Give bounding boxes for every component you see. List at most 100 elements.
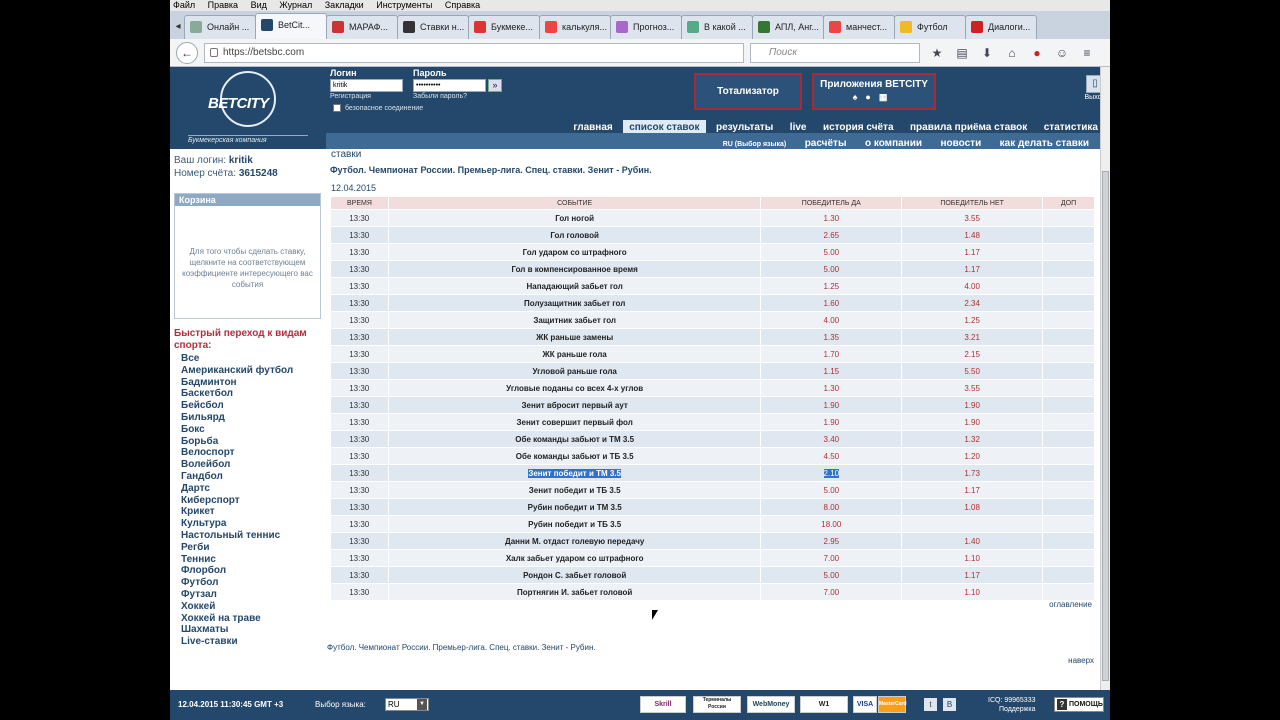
menu-history[interactable]: Журнал <box>279 0 312 10</box>
odds-yes[interactable]: 1.90 <box>824 401 840 410</box>
odds-no[interactable]: 3.55 <box>964 214 980 223</box>
page-scrollbar[interactable] <box>1100 67 1110 690</box>
chat-icon[interactable]: ☺ <box>1054 45 1070 61</box>
browser-tab[interactable]: В какой ... <box>681 15 753 39</box>
sport-link[interactable]: Бейсбол <box>181 400 321 412</box>
odds-no-cell[interactable]: 2.15 <box>901 345 1044 363</box>
odds-no-cell[interactable]: 1.10 <box>901 549 1044 567</box>
odds-no[interactable]: 1.17 <box>964 571 980 580</box>
odds-yes[interactable]: 3.40 <box>824 435 840 444</box>
odds-yes[interactable]: 5.00 <box>824 571 840 580</box>
vkontakte-icon[interactable]: В <box>943 698 956 711</box>
breadcrumb[interactable]: Футбол. Чемпионат России. Премьер-лига. … <box>330 165 652 175</box>
odds-no[interactable]: 1.40 <box>964 537 980 546</box>
url-bar[interactable]: https://betsbc.com <box>204 42 744 63</box>
odds-yes-cell[interactable]: 1.90 <box>760 396 903 414</box>
odds-no[interactable]: 1.90 <box>964 418 980 427</box>
odds-no-cell[interactable]: 1.73 <box>901 464 1044 482</box>
odds-no-cell[interactable]: 1.10 <box>901 583 1044 601</box>
odds-yes-cell[interactable]: 18.00 <box>760 515 903 533</box>
odds-yes-cell[interactable]: 2.10 <box>760 464 903 482</box>
sport-link[interactable]: Крикет <box>181 506 321 518</box>
odds-no[interactable]: 1.48 <box>964 231 980 240</box>
forgot-password-link[interactable]: Забыли пароль? <box>413 93 467 100</box>
sport-link[interactable]: Регби <box>181 542 321 554</box>
odds-yes[interactable]: 1.60 <box>824 299 840 308</box>
odds-no-cell[interactable]: 1.20 <box>901 447 1044 465</box>
tab-scroll-left-icon[interactable]: ◂ <box>172 15 184 39</box>
odds-yes-cell[interactable]: 4.50 <box>760 447 903 465</box>
odds-no[interactable]: 1.17 <box>964 248 980 257</box>
download-icon[interactable]: ⬇ <box>979 45 995 61</box>
sport-link[interactable]: Хоккей <box>181 601 321 613</box>
login-submit-button[interactable]: » <box>488 79 502 92</box>
sport-link[interactable]: Дартс <box>181 483 321 495</box>
odds-yes-cell[interactable]: 1.35 <box>760 328 903 346</box>
odds-no[interactable]: 1.17 <box>964 265 980 274</box>
odds-yes[interactable]: 1.30 <box>824 214 840 223</box>
odds-yes[interactable]: 2.10 <box>823 468 840 478</box>
odds-yes-cell[interactable]: 7.00 <box>760 549 903 567</box>
sport-link[interactable]: Флорбол <box>181 565 321 577</box>
odds-yes[interactable]: 7.00 <box>824 554 840 563</box>
odds-yes-cell[interactable]: 2.95 <box>760 532 903 550</box>
odds-yes-cell[interactable]: 1.90 <box>760 413 903 431</box>
odds-yes[interactable]: 2.95 <box>824 537 840 546</box>
odds-no[interactable]: 1.90 <box>964 401 980 410</box>
odds-no[interactable]: 1.25 <box>964 316 980 325</box>
odds-yes-cell[interactable]: 1.30 <box>760 209 903 227</box>
menu-tools[interactable]: Инструменты <box>376 0 432 10</box>
odds-yes-cell[interactable]: 1.70 <box>760 345 903 363</box>
odds-no[interactable]: 4.00 <box>964 282 980 291</box>
browser-tab[interactable]: Футбол <box>894 15 966 39</box>
sport-link[interactable]: Шахматы <box>181 624 321 636</box>
odds-no-cell[interactable]: 1.40 <box>901 532 1044 550</box>
sport-link[interactable]: Бильярд <box>181 412 321 424</box>
sport-link[interactable]: Бадминтон <box>181 377 321 389</box>
odds-yes[interactable]: 1.70 <box>824 350 840 359</box>
odds-no-cell[interactable]: 5.50 <box>901 362 1044 380</box>
browser-tab[interactable]: калькуля... <box>539 15 611 39</box>
sport-link[interactable]: Велоспорт <box>181 447 321 459</box>
twitter-icon[interactable]: t <box>924 698 937 711</box>
odds-no[interactable]: 1.10 <box>964 588 980 597</box>
odds-yes-cell[interactable]: 7.00 <box>760 583 903 601</box>
odds-no[interactable]: 1.08 <box>964 503 980 512</box>
menu-file[interactable]: Файл <box>173 0 195 10</box>
scrollbar-thumb[interactable] <box>1102 171 1109 681</box>
odds-no[interactable]: 5.50 <box>964 367 980 376</box>
secure-connection-checkbox[interactable] <box>333 104 341 112</box>
search-input[interactable]: Поиск <box>750 42 920 63</box>
odds-no[interactable]: 1.10 <box>964 554 980 563</box>
odds-no-cell[interactable]: 4.00 <box>901 277 1044 295</box>
odds-yes-cell[interactable]: 1.15 <box>760 362 903 380</box>
odds-no[interactable]: 2.15 <box>964 350 980 359</box>
apps-button[interactable]: Приложения BETCITY ♠●▦ <box>812 73 936 110</box>
browser-tab[interactable]: Ставки н... <box>397 15 469 39</box>
odds-no-cell[interactable]: 3.55 <box>901 379 1044 397</box>
language-select[interactable]: RU <box>385 698 429 711</box>
odds-yes[interactable]: 4.50 <box>824 452 840 461</box>
sport-link[interactable]: Киберспорт <box>181 495 321 507</box>
odds-no-cell[interactable]: 3.21 <box>901 328 1044 346</box>
odds-no-cell[interactable]: 1.25 <box>901 311 1044 329</box>
odds-yes-cell[interactable]: 5.00 <box>760 243 903 261</box>
odds-yes-cell[interactable]: 1.60 <box>760 294 903 312</box>
sport-link[interactable]: Гандбол <box>181 471 321 483</box>
odds-no-cell[interactable]: 1.17 <box>901 566 1044 584</box>
odds-yes[interactable]: 5.00 <box>824 486 840 495</box>
browser-tab[interactable]: манчест... <box>823 15 895 39</box>
adblock-icon[interactable]: ● <box>1029 45 1045 61</box>
odds-no-cell[interactable]: 1.17 <box>901 481 1044 499</box>
bookmarks-list-icon[interactable]: ▤ <box>954 45 970 61</box>
sport-link[interactable]: Бокс <box>181 424 321 436</box>
odds-yes-cell[interactable]: 4.00 <box>760 311 903 329</box>
odds-yes[interactable]: 7.00 <box>824 588 840 597</box>
browser-tab[interactable]: Прогноз... <box>610 15 682 39</box>
odds-yes[interactable]: 5.00 <box>824 248 840 257</box>
odds-yes-cell[interactable]: 8.00 <box>760 498 903 516</box>
odds-no-cell[interactable]: 1.17 <box>901 243 1044 261</box>
menu-edit[interactable]: Правка <box>208 0 238 10</box>
menu-view[interactable]: Вид <box>251 0 267 10</box>
sport-link[interactable]: Волейбол <box>181 459 321 471</box>
